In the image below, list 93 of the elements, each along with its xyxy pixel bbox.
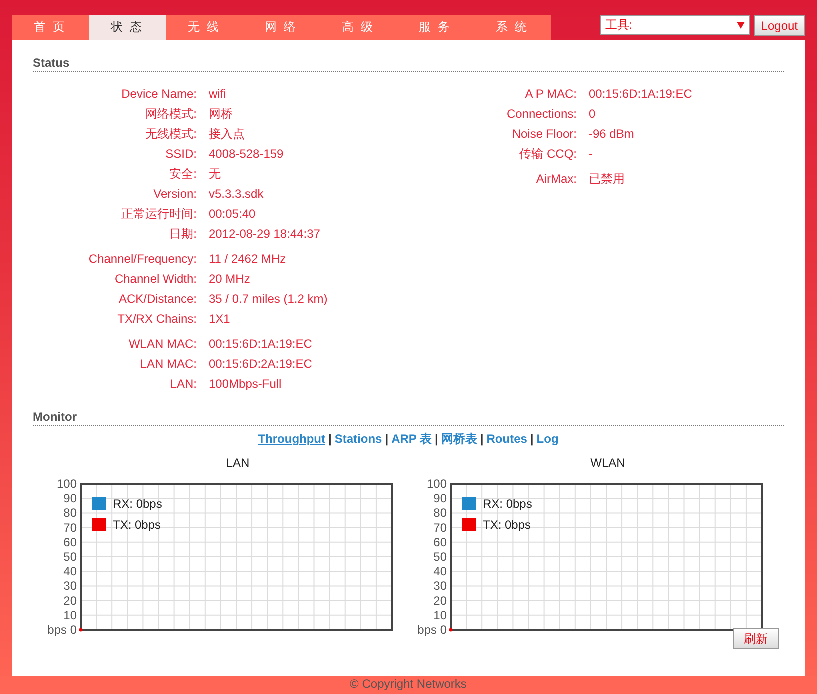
- field-label: TX/RX Chains:: [116, 312, 198, 326]
- dropdown-caret-icon: [737, 22, 746, 28]
- field-label: Connections:: [506, 107, 578, 121]
- chart-title: WLAN: [590, 455, 626, 472]
- nav-tab[interactable]: 系 统: [474, 15, 551, 40]
- monitor-link[interactable]: Throughput: [258, 432, 326, 446]
- field-label: 无线模式:: [144, 126, 198, 142]
- link-separator: |: [435, 432, 438, 446]
- field-value: 20 MHz: [209, 272, 250, 286]
- axis-tick-label: 90: [64, 492, 77, 506]
- field-value: 接入点: [209, 126, 245, 142]
- nav-tab[interactable]: 首 页: [12, 15, 89, 40]
- axis-tick-label: 40: [434, 564, 447, 579]
- axis-tick-label: 80: [64, 506, 77, 520]
- axis-tick-label: 50: [64, 550, 77, 564]
- axis-tick-label: 90: [434, 492, 447, 506]
- section-title: Status: [33, 56, 784, 72]
- field-value: 1X1: [209, 312, 230, 326]
- axis-tick-label: 60: [434, 535, 447, 550]
- field-value: 4008-528-159: [209, 147, 284, 161]
- monitor-link[interactable]: 网桥表: [441, 432, 478, 446]
- field-label: LAN:: [169, 377, 198, 391]
- field-label: SSID:: [164, 147, 198, 161]
- field-label: 网络模式:: [144, 106, 198, 122]
- axis-tick-label: 30: [64, 579, 77, 594]
- field-label: 日期:: [168, 226, 198, 242]
- field-label: Noise Floor:: [511, 127, 578, 141]
- monitor-link[interactable]: Routes: [486, 432, 528, 446]
- field-label: Version:: [152, 187, 198, 201]
- field-value: 网桥: [209, 106, 233, 122]
- field-value: 00:15:6D:2A:19:EC: [209, 357, 312, 371]
- nav-tab[interactable]: 服 务: [397, 15, 474, 40]
- copyright-text: © Copyright Networks: [350, 677, 467, 691]
- field-label: Channel/Frequency:: [88, 252, 198, 266]
- nav-tab[interactable]: 网 络: [243, 15, 320, 40]
- axis-tick-label: 20: [64, 594, 77, 608]
- axis-tick-label: 60: [64, 535, 77, 550]
- link-separator: |: [530, 432, 534, 446]
- axis-tick-label: 30: [434, 579, 447, 594]
- field-label: 正常运行时间:: [120, 206, 198, 222]
- field-value: 0: [589, 107, 596, 121]
- field-label: WLAN MAC:: [128, 337, 198, 351]
- legend-label: TX: 0bps: [113, 518, 162, 532]
- field-value: -96 dBm: [589, 127, 634, 141]
- field-value: wifi: [209, 87, 226, 101]
- refresh-button[interactable]: 刷新: [733, 628, 779, 649]
- link-separator: |: [480, 432, 484, 446]
- nav-tab[interactable]: 状 态: [89, 15, 166, 40]
- monitor-link[interactable]: Stations: [334, 432, 382, 446]
- axis-tick-label: 10: [434, 608, 447, 622]
- field-value: 已禁用: [589, 170, 625, 188]
- link-separator: |: [385, 432, 389, 446]
- monitor-link[interactable]: Log: [536, 432, 559, 446]
- data-point: [449, 628, 453, 632]
- axis-tick-label: 70: [64, 520, 77, 535]
- field-value: 00:15:6D:1A:19:EC: [589, 87, 692, 101]
- axis-tick-label: 10: [64, 608, 77, 622]
- field-label: 安全:: [168, 166, 198, 182]
- field-value: 2012-08-29 18:44:37: [209, 227, 320, 241]
- field-label: ACK/Distance:: [118, 292, 198, 306]
- field-value: 00:15:6D:1A:19:EC: [209, 337, 312, 351]
- axis-tick-label: 70: [434, 520, 447, 535]
- link-separator: |: [328, 432, 332, 446]
- legend-label: RX: 0bps: [483, 497, 532, 511]
- axis-tick-label: 100: [426, 477, 447, 491]
- axis-tick-label: 100: [56, 477, 77, 491]
- field-value: 35 / 0.7 miles (1.2 km): [209, 292, 328, 306]
- axis-tick-label: 50: [434, 550, 447, 564]
- field-label: Channel Width:: [114, 272, 198, 286]
- logout-button[interactable]: Logout: [754, 15, 805, 36]
- legend-label: RX: 0bps: [113, 497, 162, 511]
- nav-tab[interactable]: 高 级: [320, 15, 397, 40]
- field-value: v5.3.3.sdk: [209, 187, 264, 201]
- chart-title: LAN: [225, 455, 251, 472]
- axis-tick-label: 80: [434, 506, 447, 520]
- section-title: Monitor: [33, 410, 784, 426]
- field-value: 无: [209, 166, 221, 182]
- field-label: Device Name:: [120, 87, 198, 101]
- field-label: 传输 CCQ:: [518, 146, 578, 162]
- legend-label: TX: 0bps: [483, 518, 532, 532]
- field-value: 00:05:40: [209, 207, 256, 221]
- data-point: [79, 628, 83, 632]
- field-label: AirMax:: [535, 172, 578, 186]
- field-value: 100Mbps-Full: [209, 377, 282, 391]
- nav-tab[interactable]: 无 线: [166, 15, 243, 40]
- field-value: 11 / 2462 MHz: [209, 252, 286, 266]
- monitor-link[interactable]: ARP 表: [392, 432, 432, 446]
- field-label: A P MAC:: [524, 87, 578, 101]
- axis-tick-label: 20: [434, 594, 447, 608]
- field-label: LAN MAC:: [139, 357, 198, 371]
- field-value: -: [589, 147, 593, 161]
- tools-dropdown[interactable]: 工具:: [600, 15, 750, 35]
- axis-tick-label: 40: [64, 564, 77, 579]
